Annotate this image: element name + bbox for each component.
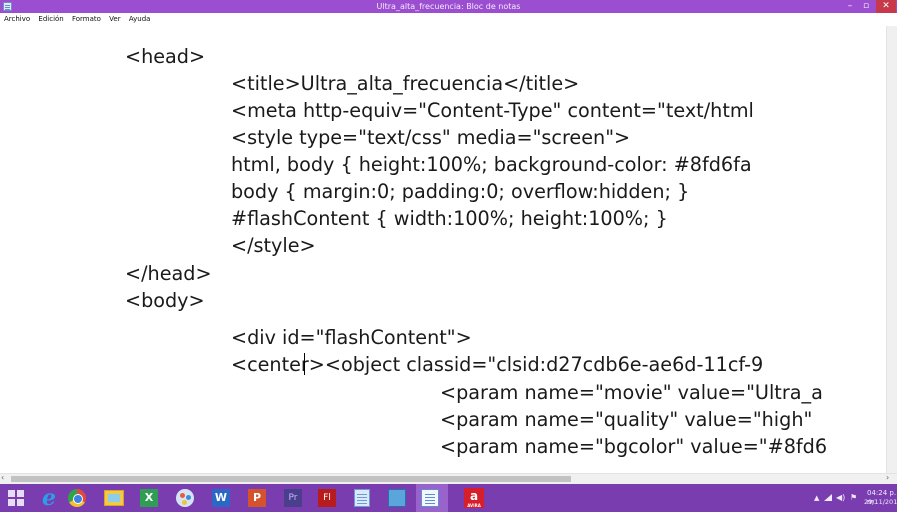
- code-line: <param name="bgcolor" value="#8fd6: [440, 435, 828, 458]
- flash-icon[interactable]: Fl: [318, 489, 336, 507]
- menu-ver[interactable]: Ver: [109, 13, 120, 26]
- code-line: <meta http-equiv="Content-Type" content=…: [231, 99, 754, 122]
- code-line: <param name="movie" value="Ultra_a: [440, 381, 823, 404]
- code-line: <param name="quality" value="high": [440, 408, 813, 431]
- volume-icon[interactable]: ◀): [836, 493, 845, 502]
- menu-ayuda[interactable]: Ayuda: [129, 13, 151, 26]
- clock-date[interactable]: 29/11/2014: [864, 498, 897, 507]
- paint-icon[interactable]: [176, 489, 194, 507]
- close-button[interactable]: ✕: [876, 0, 896, 13]
- code-line: </head>: [125, 262, 212, 285]
- code-line: <head>: [125, 45, 206, 68]
- excel-icon[interactable]: X: [140, 489, 158, 507]
- code-line: <title>Ultra_alta_frecuencia</title>: [231, 72, 580, 95]
- maximize-button[interactable]: ▫: [858, 0, 874, 13]
- taskbar: e X W P Pr Fl a AVIRA: [0, 484, 897, 512]
- premiere-icon[interactable]: Pr: [284, 489, 302, 507]
- menu-bar: Archivo Edición Formato Ver Ayuda: [0, 13, 897, 26]
- code-line: html, body { height:100%; background-col…: [231, 153, 752, 176]
- terminal-icon[interactable]: [388, 489, 406, 507]
- scroll-right-arrow-icon[interactable]: ›: [886, 473, 889, 482]
- code-line: <body>: [125, 289, 205, 312]
- powerpoint-icon[interactable]: P: [248, 489, 266, 507]
- code-line: #flashContent { width:100%; height:100%;…: [231, 207, 668, 230]
- avira-caption: AVIRA: [467, 503, 481, 508]
- code-line: <center><object classid="clsid:d27cdb6e-…: [231, 353, 764, 376]
- chrome-icon[interactable]: [68, 489, 86, 507]
- code-line: </style>: [231, 234, 316, 257]
- horizontal-scrollbar[interactable]: ‹ ›: [0, 473, 897, 484]
- text-caret: [304, 353, 305, 375]
- code-line: body { margin:0; padding:0; overflow:hid…: [231, 180, 690, 203]
- windows-start-icon[interactable]: [8, 490, 24, 506]
- title-bar[interactable]: Ultra_alta_frecuencia: Bloc de notas – ▫…: [0, 0, 897, 13]
- chevron-up-icon[interactable]: ▲: [814, 494, 819, 502]
- file-explorer-icon[interactable]: [104, 490, 124, 506]
- minimize-button[interactable]: –: [842, 0, 858, 13]
- notepad-pinned-icon[interactable]: [354, 489, 370, 507]
- code-line: <style type="text/css" media="screen">: [231, 126, 631, 149]
- active-taskbar-highlight: [416, 484, 448, 512]
- text-editor[interactable]: <head> <title>Ultra_alta_frecuencia</tit…: [0, 26, 886, 473]
- menu-formato[interactable]: Formato: [72, 13, 101, 26]
- window-title: Ultra_alta_frecuencia: Bloc de notas: [376, 2, 521, 11]
- word-icon[interactable]: W: [212, 489, 230, 507]
- code-line: <div id="flashContent">: [231, 326, 472, 349]
- scrollbar-thumb[interactable]: [11, 476, 571, 482]
- network-icon[interactable]: [824, 494, 832, 501]
- scroll-left-arrow-icon[interactable]: ‹: [1, 473, 4, 482]
- menu-archivo[interactable]: Archivo: [4, 13, 30, 26]
- notepad-active-icon[interactable]: [421, 489, 439, 507]
- menu-edicion[interactable]: Edición: [38, 13, 63, 26]
- action-center-flag-icon[interactable]: ⚑: [850, 493, 857, 502]
- avira-icon[interactable]: a AVIRA: [464, 488, 484, 508]
- avira-glyph: a: [469, 489, 479, 503]
- vertical-scrollbar[interactable]: [886, 26, 897, 473]
- system-tray: ▲ ◀) ⚑ 04:24 p. m. 29/11/2014: [800, 484, 897, 512]
- internet-explorer-icon[interactable]: e: [38, 487, 60, 509]
